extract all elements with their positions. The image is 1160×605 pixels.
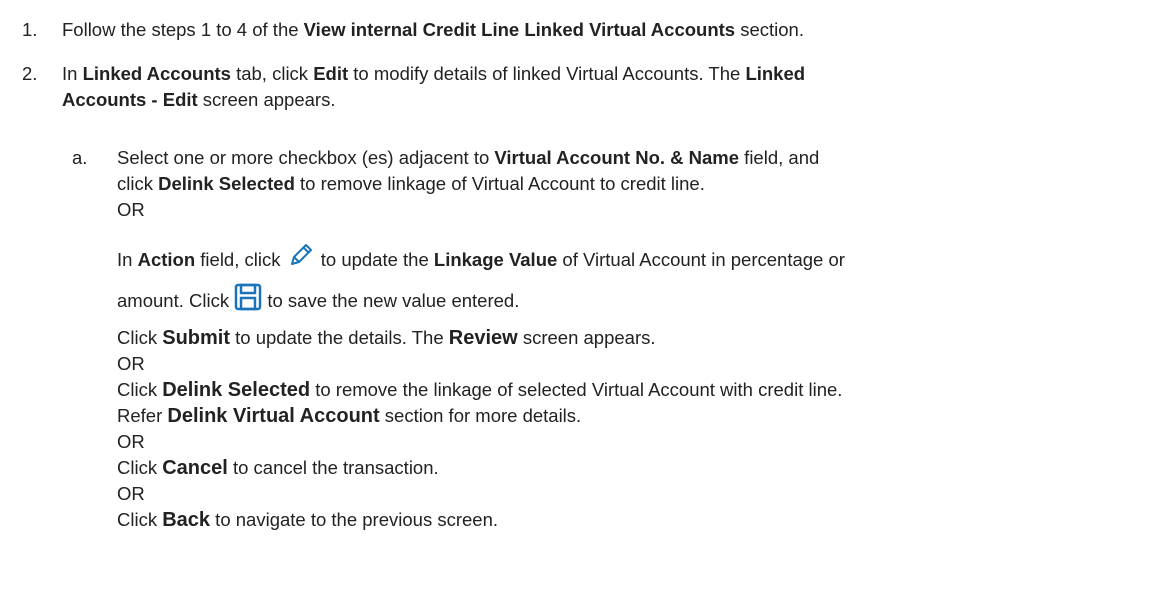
step-2: In Linked Accounts tab, click Edit to mo…: [62, 61, 1152, 113]
save-icon: [234, 283, 262, 318]
line-text: field, click: [195, 249, 286, 270]
substep-line-submit: Click Submit to update the details. The …: [117, 325, 656, 351]
field-reference: Virtual Account No. & Name: [494, 147, 740, 168]
screen-reference: Linked: [745, 63, 806, 84]
line-text: to remove the linkage of selected Virtua…: [310, 379, 843, 400]
line-text: Select one or more checkbox (es) adjacen…: [117, 147, 495, 168]
edit-reference: Edit: [313, 63, 349, 84]
step-text: Follow the steps 1 to 4 of the: [62, 19, 304, 40]
or-separator: OR: [117, 483, 145, 504]
substep-line-2: click Delink Selected to remove linkage …: [117, 171, 705, 197]
field-reference: Action: [137, 249, 196, 270]
step-number: 1.: [22, 19, 38, 40]
button-reference: Submit: [162, 327, 231, 349]
line-text: to navigate to the previous screen.: [210, 509, 498, 530]
step-2-number: 2.: [22, 61, 62, 87]
button-reference: Delink Selected: [158, 173, 295, 194]
screen-reference: Accounts - Edit: [62, 89, 198, 110]
document: 1. Follow the steps 1 to 4 of the View in…: [0, 0, 1160, 605]
substep-line-save: amount. Click to save the new value ente…: [117, 283, 519, 318]
button-reference: Delink Selected: [162, 379, 311, 401]
substep-marker: a.: [72, 147, 88, 168]
line-text: Click: [117, 457, 163, 478]
step-text: screen appears.: [197, 89, 336, 110]
or-separator: OR: [117, 353, 145, 374]
field-reference: Linkage Value: [433, 249, 558, 270]
line-text: Click: [117, 379, 163, 400]
tab-reference: Linked Accounts: [82, 63, 231, 84]
substep-line-1: Select one or more checkbox (es) adjacen…: [117, 145, 819, 171]
line-text: to cancel the transaction.: [227, 457, 439, 478]
line-text: In: [117, 249, 138, 270]
substep-line-action: In Action field, click to update the Lin…: [117, 240, 845, 277]
step-text: section.: [735, 19, 804, 40]
line-text: section for more details.: [379, 405, 582, 426]
line-text: Click: [117, 327, 163, 348]
step-text: In: [62, 63, 83, 84]
substep-line-refer: Refer Delink Virtual Account section for…: [117, 403, 581, 429]
substep-line-delink: Click Delink Selected to remove the link…: [117, 377, 842, 403]
line-text: amount. Click: [117, 290, 235, 311]
pencil-icon: [286, 240, 316, 277]
or-separator: OR: [117, 199, 145, 220]
line-text: to update the: [315, 249, 434, 270]
step-text: to modify details of linked Virtual Acco…: [348, 63, 746, 84]
step-1: 1. Follow the steps 1 to 4 of the View in…: [22, 17, 804, 43]
line-text: to update the details. The: [230, 327, 449, 348]
screen-reference: Review: [448, 327, 518, 349]
line-text: Refer: [117, 405, 168, 426]
line-text: screen appears.: [517, 327, 656, 348]
step-text: tab, click: [230, 63, 314, 84]
line-text: field, and: [739, 147, 820, 168]
step-number: 2.: [22, 63, 38, 84]
line-text: to remove linkage of Virtual Account to …: [294, 173, 705, 194]
button-reference: Back: [162, 509, 211, 531]
substep-line-back: Click Back to navigate to the previous s…: [117, 507, 498, 533]
button-reference: Cancel: [162, 457, 228, 479]
section-reference: View internal Credit Line Linked Virtual…: [303, 19, 736, 40]
line-text: Click: [117, 509, 163, 530]
section-reference: Delink Virtual Account: [167, 405, 380, 427]
line-text: click: [117, 173, 159, 194]
or-separator: OR: [117, 431, 145, 452]
line-text: of Virtual Account in percentage or: [557, 249, 845, 270]
substep-line-cancel: Click Cancel to cancel the transaction.: [117, 455, 439, 481]
line-text: to save the new value entered.: [262, 290, 520, 311]
